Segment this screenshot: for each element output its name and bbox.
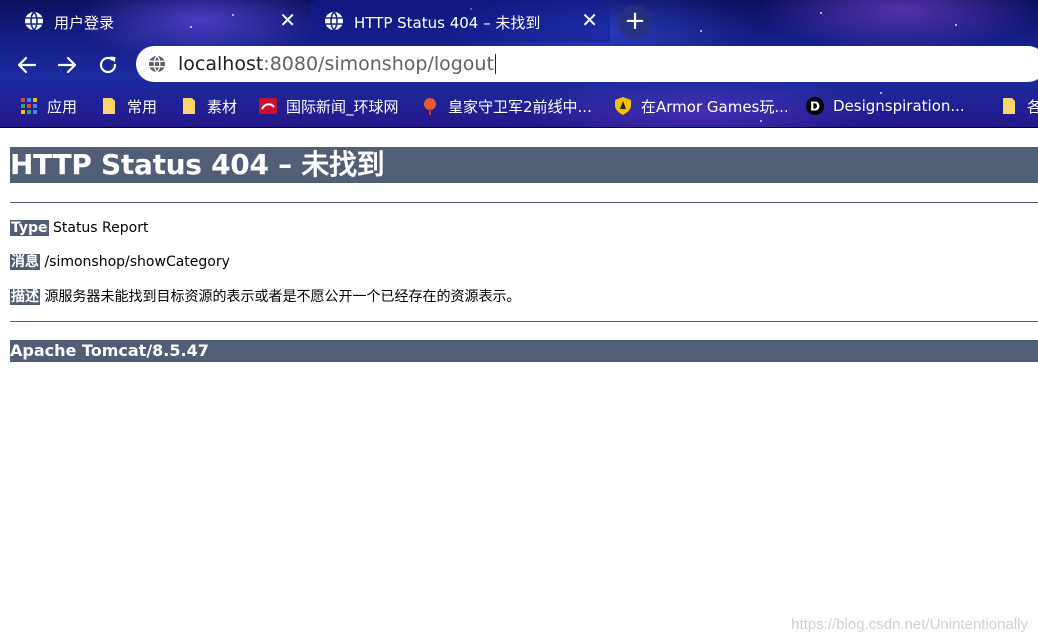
message-value: /simonshop/showCategory [44,254,230,270]
bookmark-label: 在Armor Games玩... [641,97,789,116]
apps-grid-icon [21,98,37,114]
description-row: 描述 源服务器未能找到目标资源的表示或者是不愿公开一个已经存在的资源表示。 [10,288,520,306]
message-label: 消息 [10,254,40,270]
globe-icon [148,55,166,73]
forward-arrow-icon[interactable] [55,53,79,77]
description-value: 源服务器未能找到目标资源的表示或者是不愿公开一个已经存在的资源表示。 [44,289,521,305]
bookmark-label: Designspiration... [833,97,965,115]
type-row: Type Status Report [10,219,148,237]
tab-user-login[interactable]: 用户登录 ✕ [10,0,308,42]
bookmark-kingdom-rush[interactable]: 皇家守卫军2前线中... [421,94,592,118]
bookmark-label: 素材 [207,97,238,116]
bookmark-folder-materials[interactable]: 素材 [180,94,237,118]
folder-icon [103,98,115,114]
toolbar-divider [0,127,1038,128]
bookmarks-bar: 应用 常用 素材 国际新闻_环球网 皇家守卫军2前线中... 在Armor Ga… [0,86,1038,126]
tab-http-status[interactable]: HTTP Status 404 – 未找到 ✕ [310,0,610,42]
bookmark-label: 常用 [127,97,158,116]
type-value: Status Report [52,220,149,236]
server-info: Apache Tomcat/8.5.47 [10,340,1038,362]
d-favicon-icon: D [806,97,824,115]
bookmark-label: 各 [1027,97,1038,116]
message-row: 消息 /simonshop/showCategory [10,253,230,271]
folder-icon [183,98,195,114]
bookmark-apps[interactable]: 应用 [20,94,77,118]
back-arrow-icon[interactable] [15,53,39,77]
watermark: https://blog.csdn.net/Unintentionally [791,616,1028,633]
game-favicon-icon [424,98,436,115]
tab-title: HTTP Status 404 – 未找到 [354,14,541,32]
new-tab-button[interactable]: + [618,5,652,39]
bookmark-folder-more[interactable]: 各 [1000,94,1038,118]
tab-strip: 用户登录 ✕ HTTP Status 404 – 未找到 ✕ + [0,0,1038,42]
bookmark-folder-common[interactable]: 常用 [100,94,157,118]
horizontal-rule [10,202,1038,203]
bookmark-huanqiu[interactable]: 国际新闻_环球网 [259,94,399,118]
bookmark-designspiration[interactable]: D Designspiration... [806,94,965,118]
page-title: HTTP Status 404 – 未找到 [10,147,1038,183]
close-tab-icon[interactable]: ✕ [279,9,296,31]
address-url[interactable]: localhost:8080/simonshop/logout [178,53,496,75]
bookmark-label: 应用 [47,97,78,116]
bookmark-armor-games[interactable]: 在Armor Games玩... [614,94,789,118]
site-favicon-icon [259,98,277,114]
address-bar[interactable]: localhost:8080/simonshop/logout [136,46,1038,82]
bookmark-label: 皇家守卫军2前线中... [448,97,592,116]
text-caret [494,54,496,74]
browser-chrome: 用户登录 ✕ HTTP Status 404 – 未找到 ✕ + localho… [0,0,1038,128]
reload-icon[interactable] [96,53,120,77]
navigation-toolbar: localhost:8080/simonshop/logout [0,42,1038,86]
globe-icon [25,11,43,31]
shield-favicon-icon [615,97,631,115]
description-label: 描述 [10,289,40,305]
tab-title: 用户登录 [54,14,115,32]
type-label: Type [10,220,49,236]
url-host: localhost [178,53,264,75]
svg-text:D: D [810,100,820,114]
folder-icon [1003,98,1015,114]
close-tab-icon[interactable]: ✕ [581,9,598,31]
bookmark-label: 国际新闻_环球网 [286,97,399,116]
horizontal-rule [10,321,1038,322]
globe-icon [325,11,343,31]
url-path: :8080/simonshop/logout [263,53,494,75]
